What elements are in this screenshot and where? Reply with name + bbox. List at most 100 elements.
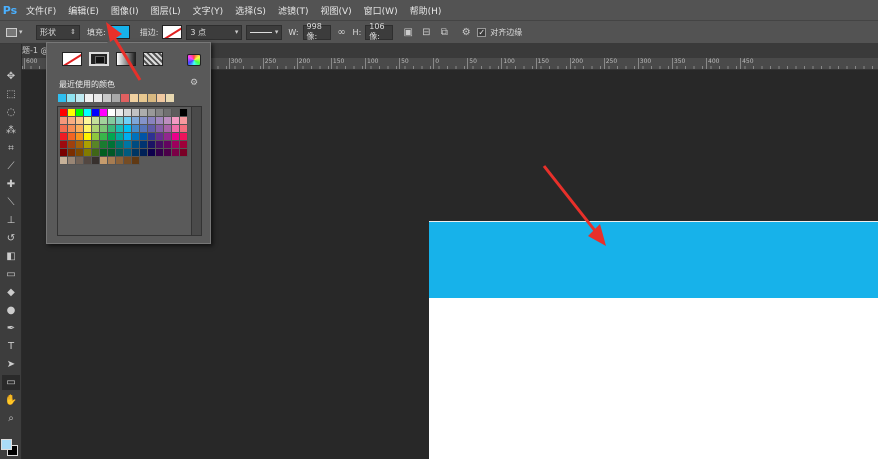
link-icon[interactable]: ∞ <box>335 25 349 39</box>
color-swatch[interactable] <box>124 141 132 149</box>
color-swatch[interactable] <box>132 117 140 125</box>
color-swatch[interactable] <box>108 141 116 149</box>
color-swatch[interactable] <box>180 125 188 133</box>
color-swatch[interactable] <box>164 125 172 133</box>
color-swatch[interactable] <box>148 117 156 125</box>
rectangle-tool-icon[interactable]: ▭ <box>2 375 20 390</box>
menu-file[interactable]: 文件(F) <box>20 4 62 17</box>
color-swatch[interactable] <box>148 133 156 141</box>
color-picker-icon[interactable] <box>187 54 201 66</box>
blue-rectangle-shape[interactable] <box>429 222 878 298</box>
color-swatch[interactable] <box>108 109 116 117</box>
color-swatch[interactable] <box>116 149 124 157</box>
path-alignment-icon[interactable]: ⊟ <box>419 25 433 39</box>
tool-preset-picker[interactable]: ▾ <box>6 24 32 40</box>
color-swatch[interactable] <box>140 133 148 141</box>
zoom-tool-icon[interactable]: ⌕ <box>2 411 20 426</box>
gear-icon[interactable]: ⚙ <box>190 78 198 88</box>
recent-color-swatch[interactable] <box>139 94 147 102</box>
color-swatch[interactable] <box>180 117 188 125</box>
color-swatch[interactable] <box>124 125 132 133</box>
align-edges-checkbox[interactable]: ✓ <box>477 27 487 37</box>
color-swatch[interactable] <box>172 117 180 125</box>
menu-filter[interactable]: 滤镜(T) <box>272 4 315 17</box>
color-swatch[interactable] <box>100 157 108 165</box>
color-swatch[interactable] <box>156 125 164 133</box>
color-swatch[interactable] <box>60 141 68 149</box>
color-swatch[interactable] <box>140 117 148 125</box>
color-swatch[interactable] <box>148 149 156 157</box>
color-swatch[interactable] <box>108 117 116 125</box>
color-swatch[interactable] <box>132 109 140 117</box>
color-swatch[interactable] <box>68 133 76 141</box>
color-swatch[interactable] <box>116 109 124 117</box>
marquee-tool-icon[interactable]: ⬚ <box>2 87 20 102</box>
menu-help[interactable]: 帮助(H) <box>404 4 448 17</box>
color-swatch[interactable] <box>156 133 164 141</box>
eyedropper-tool-icon[interactable]: ⟋ <box>2 159 20 174</box>
color-swatch[interactable] <box>140 141 148 149</box>
brush-tool-icon[interactable]: ⟍ <box>2 195 20 210</box>
color-swatch[interactable] <box>108 133 116 141</box>
color-swatch[interactable] <box>68 125 76 133</box>
path-arrangement-icon[interactable]: ⧉ <box>437 25 451 39</box>
path-operations-icon[interactable]: ▣ <box>401 25 415 39</box>
pen-tool-icon[interactable]: ✒ <box>2 321 20 336</box>
recent-color-swatch[interactable] <box>103 94 111 102</box>
color-swatch[interactable] <box>100 125 108 133</box>
no-color-button[interactable] <box>62 52 82 66</box>
color-swatch[interactable] <box>180 149 188 157</box>
color-swatch[interactable] <box>68 117 76 125</box>
magic-wand-tool-icon[interactable]: ⁂ <box>2 123 20 138</box>
color-swatch[interactable] <box>164 149 172 157</box>
color-swatch[interactable] <box>92 117 100 125</box>
color-swatch[interactable] <box>108 149 116 157</box>
menu-view[interactable]: 视图(V) <box>314 4 357 17</box>
color-swatch[interactable] <box>92 109 100 117</box>
color-swatch[interactable] <box>116 141 124 149</box>
color-swatch[interactable] <box>100 149 108 157</box>
gear-icon[interactable]: ⚙ <box>459 25 473 39</box>
color-swatch[interactable] <box>60 125 68 133</box>
color-swatch[interactable] <box>76 109 84 117</box>
color-swatch[interactable] <box>60 109 68 117</box>
color-swatch[interactable] <box>60 117 68 125</box>
menu-select[interactable]: 选择(S) <box>229 4 272 17</box>
color-swatch[interactable] <box>164 117 172 125</box>
color-swatch[interactable] <box>156 109 164 117</box>
document-canvas[interactable] <box>429 221 878 459</box>
pattern-button[interactable] <box>143 52 163 66</box>
color-swatch[interactable] <box>180 109 188 117</box>
recent-color-swatch[interactable] <box>121 94 129 102</box>
recent-color-swatch[interactable] <box>130 94 138 102</box>
menu-type[interactable]: 文字(Y) <box>187 4 230 17</box>
color-swatch[interactable] <box>172 141 180 149</box>
color-swatch[interactable] <box>68 109 76 117</box>
color-swatch[interactable] <box>76 157 84 165</box>
color-swatch[interactable] <box>116 157 124 165</box>
color-swatch[interactable] <box>132 157 140 165</box>
color-swatch[interactable] <box>132 149 140 157</box>
color-swatch[interactable] <box>156 117 164 125</box>
color-swatch[interactable] <box>124 109 132 117</box>
recent-color-swatch[interactable] <box>94 94 102 102</box>
color-swatch[interactable] <box>148 109 156 117</box>
color-swatch[interactable] <box>132 141 140 149</box>
color-swatch[interactable] <box>84 125 92 133</box>
color-swatch[interactable] <box>140 149 148 157</box>
color-swatch[interactable] <box>76 117 84 125</box>
menu-window[interactable]: 窗口(W) <box>358 4 404 17</box>
color-swatch[interactable] <box>84 109 92 117</box>
color-swatch[interactable] <box>84 149 92 157</box>
mode-select[interactable]: 形状 ⇕ <box>36 24 80 40</box>
color-swatch[interactable] <box>172 109 180 117</box>
color-swatch[interactable] <box>68 141 76 149</box>
color-swatch[interactable] <box>124 157 132 165</box>
stroke-width-field[interactable]: 3 点 ▾ <box>186 24 243 40</box>
color-swatch[interactable] <box>68 149 76 157</box>
color-swatch[interactable] <box>100 133 108 141</box>
color-swatch[interactable] <box>60 149 68 157</box>
height-input[interactable]: 106 像: <box>365 22 394 41</box>
clone-stamp-tool-icon[interactable]: ⊥ <box>2 213 20 228</box>
color-swatch[interactable] <box>124 117 132 125</box>
